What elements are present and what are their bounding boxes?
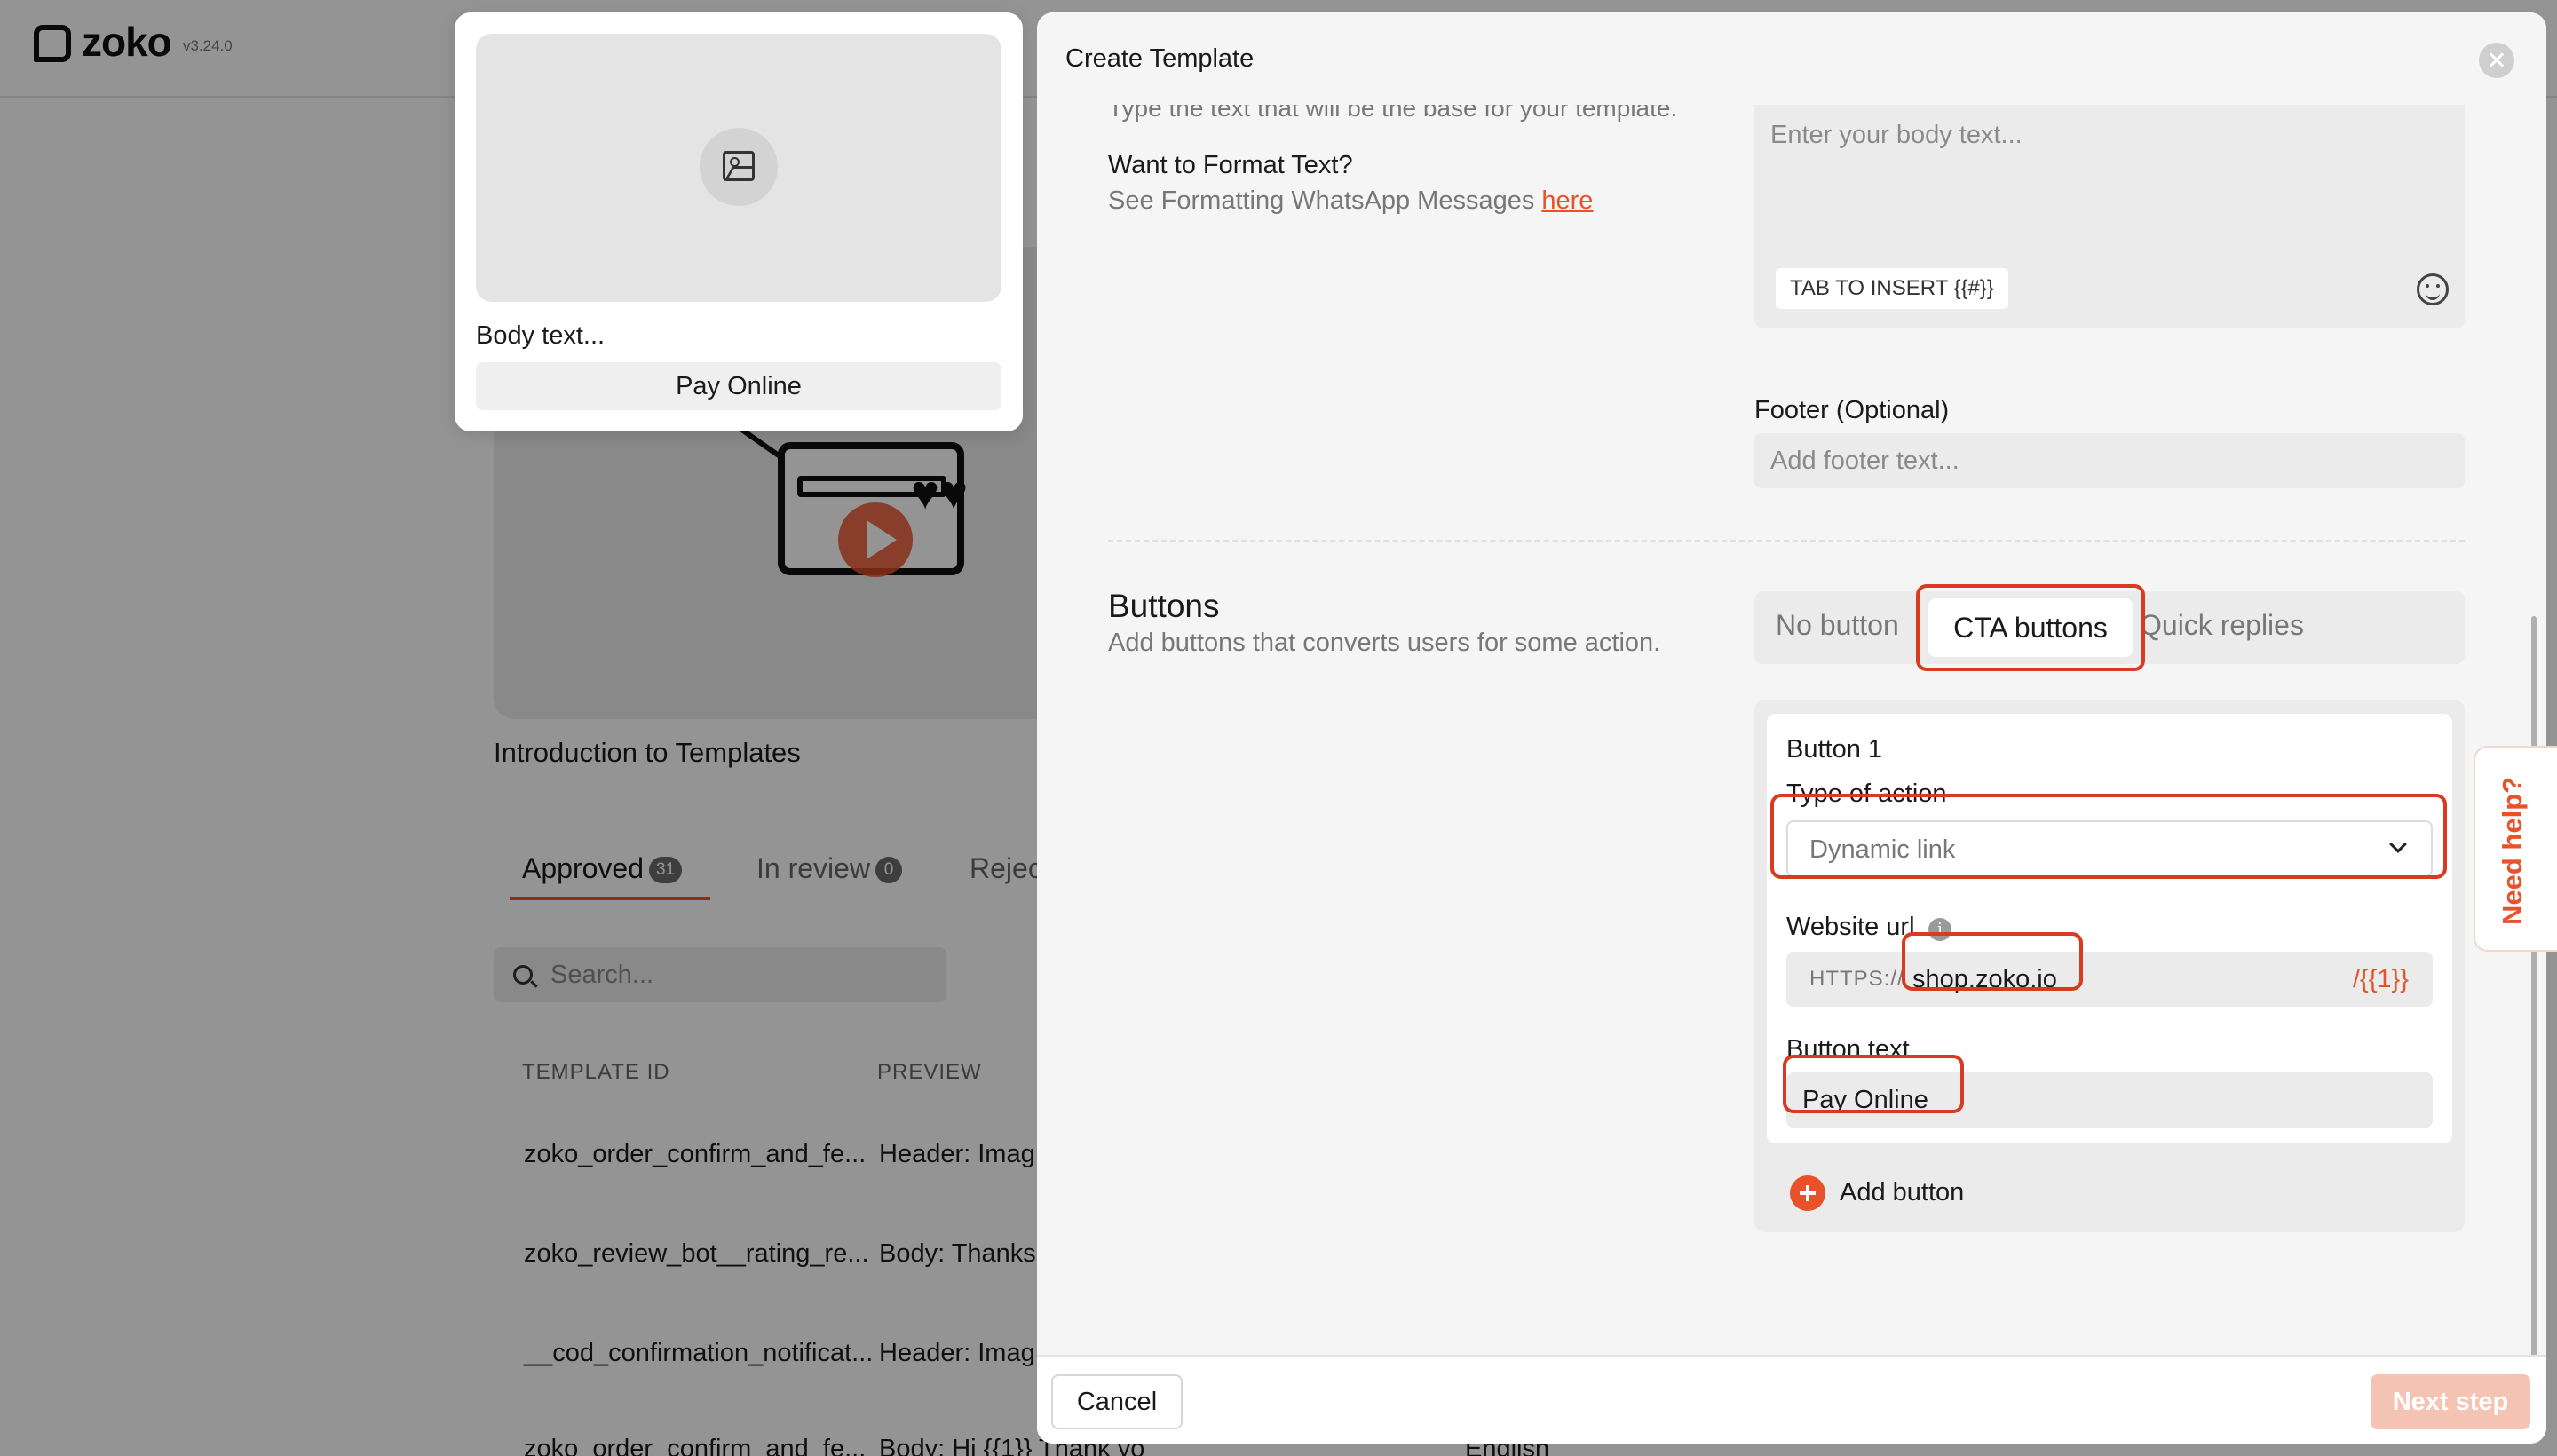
button-1-label: Button 1 — [1786, 735, 1883, 764]
buttons-section-title: Buttons — [1108, 588, 1220, 624]
preview-body-text: Body text... — [476, 321, 606, 350]
image-icon — [723, 151, 755, 181]
highlight-url-value — [1902, 932, 2083, 991]
plus-icon — [1790, 1175, 1825, 1211]
option-quick-replies[interactable]: Quick replies — [2140, 609, 2304, 642]
next-step-button[interactable]: Next step — [2371, 1374, 2530, 1429]
section-divider — [1108, 540, 2465, 542]
modal-footer: Cancel Next step — [1037, 1355, 2546, 1444]
highlight-button-text — [1783, 1055, 1964, 1113]
footer-label: Footer (Optional) — [1754, 396, 1950, 424]
url-prefix: HTTPS:// — [1809, 967, 1904, 991]
template-preview-card: Body text... Pay Online — [455, 12, 1023, 431]
highlight-cta-buttons — [1916, 584, 2145, 671]
emoji-icon[interactable] — [2417, 273, 2449, 305]
tab-to-insert-chip[interactable]: TAB TO INSERT {{#}} — [1776, 268, 2008, 309]
format-text-description: See Formatting WhatsApp Messages here — [1108, 186, 1594, 215]
footer-text-input[interactable]: Add footer text... — [1754, 433, 2465, 488]
formatting-help-link[interactable]: here — [1541, 186, 1593, 215]
preview-media-placeholder — [476, 34, 1001, 302]
format-text-title: Want to Format Text? — [1108, 151, 1353, 179]
url-variable: /{{1}} — [2353, 965, 2409, 993]
close-icon[interactable] — [2479, 43, 2514, 78]
buttons-section-description: Add buttons that converts users for some… — [1108, 629, 1661, 657]
scrollbar-thumb[interactable] — [2531, 616, 2537, 1362]
preview-cta-button: Pay Online — [476, 362, 1001, 410]
option-no-button[interactable]: No button — [1776, 609, 1899, 642]
need-help-tab[interactable]: Need help? — [2474, 746, 2557, 952]
body-text-input[interactable]: Enter your body text... TAB TO INSERT {{… — [1754, 66, 2465, 328]
need-help-label: Need help? — [2497, 776, 2528, 925]
website-url-input[interactable]: HTTPS:// shop.zoko.io /{{1}} — [1786, 952, 2433, 1007]
cta-buttons-panel: Button 1 Type of action Dynamic link Web… — [1754, 700, 2465, 1232]
modal-title: Create Template — [1065, 44, 1255, 73]
highlight-action-type — [1770, 794, 2447, 879]
cancel-button[interactable]: Cancel — [1051, 1374, 1183, 1429]
modal-header: Create Template — [1037, 12, 2546, 105]
create-template-modal: Create Template Type the text that will … — [1037, 12, 2546, 1444]
website-url-label: Website url — [1786, 913, 1915, 941]
